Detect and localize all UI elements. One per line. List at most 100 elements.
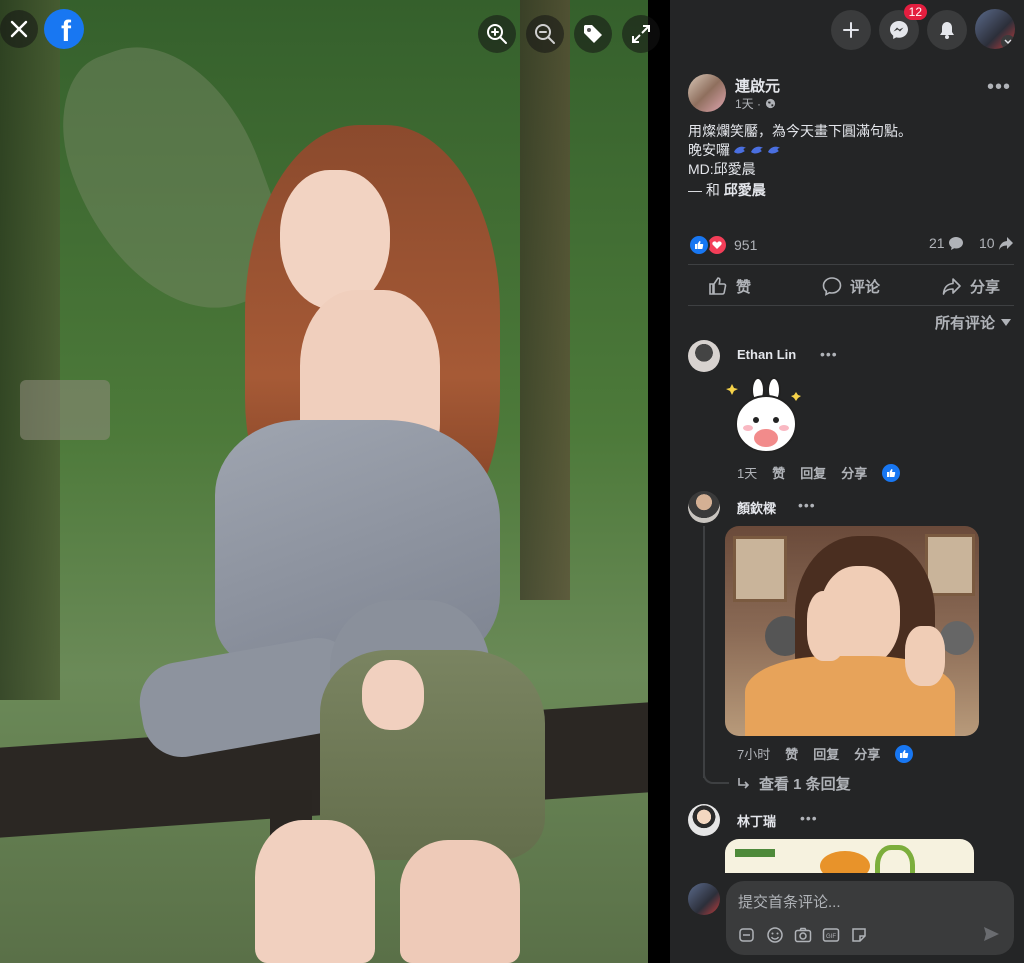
- zoom-out-button[interactable]: [526, 15, 564, 53]
- like-reaction-icon: [895, 744, 914, 763]
- comment-gif[interactable]: [725, 526, 979, 736]
- comment-bubble-icon: [948, 237, 963, 250]
- shares-count: 10: [979, 235, 995, 251]
- divider: [688, 264, 1014, 265]
- commenter-name[interactable]: Ethan Lin: [737, 347, 796, 362]
- share-arrow-icon: [998, 237, 1013, 250]
- facebook-logo[interactable]: f: [44, 9, 84, 49]
- comment-icon: [822, 277, 842, 296]
- more-icon: •••: [800, 810, 818, 826]
- caption-text: 晚安囉: [688, 142, 730, 158]
- view-replies-link[interactable]: 查看 1 条回复: [737, 773, 851, 794]
- post-meta: 1天 ·: [735, 95, 776, 112]
- comment-sticker-image[interactable]: [725, 839, 974, 873]
- current-user-avatar: [688, 883, 720, 915]
- reply-arrow-icon: [738, 777, 750, 789]
- composer-placeholder: 提交首条评论...: [738, 894, 841, 911]
- globe-icon: [765, 98, 776, 109]
- commenter-avatar[interactable]: [688, 340, 720, 372]
- comments-count-link[interactable]: 21: [929, 235, 964, 251]
- comment-reply-button[interactable]: 回复: [800, 463, 826, 482]
- thread-connector: [703, 770, 729, 784]
- avatar-sticker-icon[interactable]: [738, 926, 756, 944]
- send-icon[interactable]: [982, 925, 1000, 943]
- create-button[interactable]: [831, 10, 871, 50]
- caption-line: 晚安囉: [688, 141, 912, 160]
- with-prefix: — 和: [688, 182, 720, 198]
- comments-count: 21: [929, 235, 945, 251]
- emoji-icon: [732, 144, 782, 158]
- comment-composer[interactable]: 提交首条评论... GIF: [726, 881, 1014, 955]
- gif-icon[interactable]: GIF: [822, 926, 840, 944]
- more-icon: •••: [798, 497, 816, 513]
- post-photo: [0, 0, 648, 963]
- more-icon: •••: [987, 76, 1012, 98]
- close-button[interactable]: [0, 10, 38, 48]
- photo-viewer: f: [0, 0, 670, 963]
- comment-meta: 1天 赞 回复 分享: [737, 463, 901, 482]
- post-time[interactable]: 1天 ·: [735, 95, 761, 112]
- post-options-button[interactable]: •••: [987, 77, 1011, 97]
- share-icon: [942, 278, 961, 295]
- messenger-badge: 12: [903, 4, 927, 20]
- emoji-icon[interactable]: [766, 926, 784, 944]
- comment-filter-label: 所有评论: [935, 315, 996, 332]
- tag-button[interactable]: [574, 15, 612, 53]
- notifications-button[interactable]: [927, 10, 967, 50]
- comment-reply-button[interactable]: 回复: [813, 744, 839, 763]
- comment-time[interactable]: 7小时: [737, 744, 770, 763]
- caret-down-icon: [1001, 318, 1012, 326]
- comment-options-button[interactable]: •••: [800, 810, 818, 826]
- shares-count-link[interactable]: 10: [979, 235, 1014, 251]
- comment-meta: 7小时 赞 回复 分享: [737, 744, 914, 763]
- comment-time[interactable]: 1天: [737, 463, 757, 482]
- like-label: 赞: [736, 278, 752, 296]
- comment-like-button[interactable]: 赞: [772, 463, 785, 482]
- like-button[interactable]: 赞: [708, 272, 751, 300]
- messenger-icon: [890, 21, 908, 39]
- view-replies-label: 查看 1 条回复: [759, 776, 851, 793]
- fullscreen-button[interactable]: [622, 15, 660, 53]
- commenter-name[interactable]: 林丁瑞: [737, 811, 776, 830]
- thread-line: [703, 526, 705, 778]
- rabbit-sticker-icon: [726, 377, 801, 453]
- author-name[interactable]: 連啟元: [735, 75, 780, 96]
- rabbit-sticker: [726, 376, 806, 456]
- comment-like-button[interactable]: 赞: [785, 744, 798, 763]
- messenger-button[interactable]: 12: [879, 4, 927, 50]
- svg-text:GIF: GIF: [826, 934, 836, 940]
- comment-options-button[interactable]: •••: [798, 497, 816, 513]
- tag-icon: [584, 25, 602, 43]
- share-button[interactable]: 分享: [942, 272, 1000, 300]
- comment-share-button[interactable]: 分享: [854, 744, 880, 763]
- reactions-count: 951: [734, 237, 758, 253]
- zoom-in-icon: [487, 24, 507, 44]
- commenter-name[interactable]: 顏欽樑: [737, 498, 776, 517]
- tagged-person[interactable]: 邱愛晨: [724, 182, 766, 198]
- expand-icon: [632, 25, 650, 43]
- comment-button[interactable]: 评论: [822, 272, 880, 300]
- camera-icon[interactable]: [794, 926, 812, 944]
- composer-tools: GIF: [738, 926, 868, 944]
- comment-filter-dropdown[interactable]: 所有评论: [935, 312, 1012, 333]
- bell-icon: [940, 22, 954, 39]
- divider: [688, 305, 1014, 306]
- caption-line: 用燦爛笑靨，為今天畫下圓滿句點。: [688, 123, 912, 139]
- sticker-icon[interactable]: [850, 926, 868, 944]
- chevron-down-icon: [1001, 35, 1015, 49]
- comment-options-button[interactable]: •••: [820, 346, 838, 362]
- account-avatar-button[interactable]: [975, 9, 1015, 49]
- comment-share-button[interactable]: 分享: [841, 463, 867, 482]
- post-caption: 用燦爛笑靨，為今天畫下圓滿句點。 晚安囉 MD:邱愛晨 — 和 邱愛晨: [688, 122, 912, 200]
- commenter-avatar[interactable]: [688, 804, 720, 836]
- close-icon: [10, 20, 28, 38]
- comment-label: 评论: [850, 278, 881, 296]
- share-label: 分享: [970, 278, 1001, 296]
- tagged-line: — 和 邱愛晨: [688, 181, 912, 200]
- commenter-avatar[interactable]: [688, 491, 720, 523]
- like-reaction-icon: [882, 463, 901, 482]
- author-avatar[interactable]: [688, 74, 726, 112]
- zoom-in-button[interactable]: [478, 15, 516, 53]
- reactions-summary[interactable]: 951: [688, 234, 757, 256]
- more-icon: •••: [820, 346, 838, 362]
